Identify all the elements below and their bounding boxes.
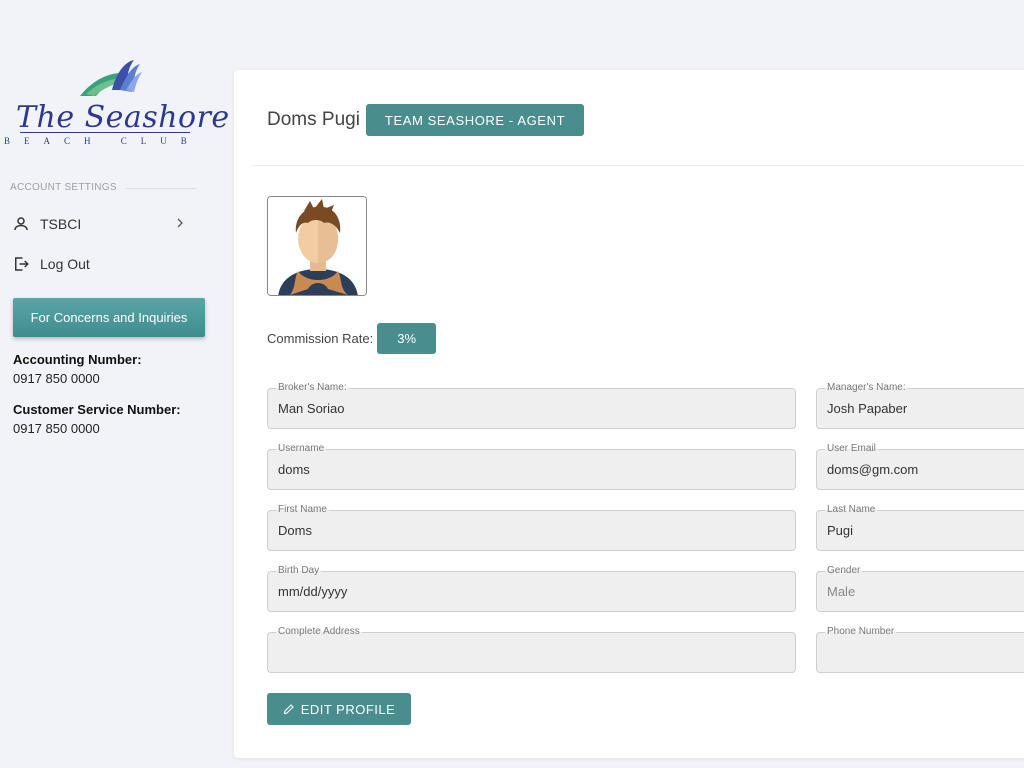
profile-header: Doms Pugi TEAM SEASHORE - AGENT <box>267 104 585 136</box>
wave-logo-icon <box>80 60 142 96</box>
profile-card: Doms Pugi TEAM SEASHORE - AGENT Commissi… <box>234 70 1024 758</box>
header-divider <box>252 165 1024 166</box>
sidebar-item-logout[interactable]: Log Out <box>10 250 190 278</box>
accounting-number-label: Accounting Number: <box>13 352 142 367</box>
field-value: Male <box>827 584 856 599</box>
section-divider <box>126 188 196 189</box>
customer-service-number: 0917 850 0000 <box>13 421 100 436</box>
account-settings-label: ACCOUNT SETTINGS <box>10 182 117 193</box>
field-label: Last Name <box>825 504 878 515</box>
concerns-inquiries-button[interactable]: For Concerns and Inquiries <box>13 298 205 337</box>
chevron-right-icon <box>174 216 186 232</box>
manager-name-field[interactable]: Manager's Name: Josh Papaber <box>816 382 1024 429</box>
last-name-field[interactable]: Last Name Pugi <box>816 504 1024 551</box>
birthday-field[interactable]: Birth Day mm/dd/yyyy <box>267 565 796 612</box>
username-field[interactable]: Username doms <box>267 443 796 490</box>
commission-label: Commission Rate: <box>267 331 374 346</box>
field-label: Phone Number <box>825 626 897 637</box>
logout-icon <box>10 253 32 275</box>
field-label: Gender <box>825 565 863 576</box>
address-field[interactable]: Complete Address <box>267 626 796 673</box>
field-label: First Name <box>276 504 329 515</box>
customer-service-label: Customer Service Number: <box>13 402 181 417</box>
user-avatar-icon <box>268 197 366 295</box>
sidebar-item-label: Log Out <box>40 256 90 272</box>
field-label: Birth Day <box>276 565 322 576</box>
edit-profile-label: EDIT PROFILE <box>300 701 396 717</box>
gender-select[interactable]: Gender Male <box>816 565 1024 612</box>
first-name-field[interactable]: First Name Doms <box>267 504 796 551</box>
brand-title: The Seashore <box>16 100 230 135</box>
team-badge: TEAM SEASHORE - AGENT <box>365 104 585 136</box>
avatar <box>267 196 367 296</box>
field-value: Josh Papaber <box>827 401 908 416</box>
person-icon <box>10 213 32 235</box>
field-value: doms <box>278 462 310 477</box>
field-value: Pugi <box>827 523 854 538</box>
sidebar-item-account[interactable]: TSBCI <box>10 210 190 238</box>
pencil-icon <box>283 703 295 715</box>
field-value: mm/dd/yyyy <box>278 584 348 599</box>
accounting-number: 0917 850 0000 <box>13 371 100 386</box>
field-label: Username <box>276 443 327 454</box>
brand-subtitle: BEACH CLUB <box>4 136 201 146</box>
field-value: Man Soriao <box>278 401 345 416</box>
field-label: User Email <box>825 443 878 454</box>
phone-number-field[interactable]: Phone Number <box>816 626 1024 673</box>
field-label: Complete Address <box>276 626 362 637</box>
field-label: Broker's Name: <box>276 382 349 393</box>
sidebar-item-label: TSBCI <box>40 216 82 232</box>
field-label: Manager's Name: <box>825 382 908 393</box>
user-email-field[interactable]: User Email doms@gm.com <box>816 443 1024 490</box>
field-value: Doms <box>278 523 312 538</box>
field-value: doms@gm.com <box>827 462 919 477</box>
broker-name-field[interactable]: Broker's Name: Man Soriao <box>267 382 796 429</box>
brand-underline <box>20 132 190 133</box>
commission-badge: 3% <box>377 323 437 354</box>
sidebar: The Seashore BEACH CLUB ACCOUNT SETTINGS… <box>0 0 230 768</box>
profile-name: Doms Pugi <box>267 109 360 130</box>
edit-profile-button[interactable]: EDIT PROFILE <box>267 693 411 725</box>
commission-rate: Commission Rate: 3% <box>267 323 437 354</box>
